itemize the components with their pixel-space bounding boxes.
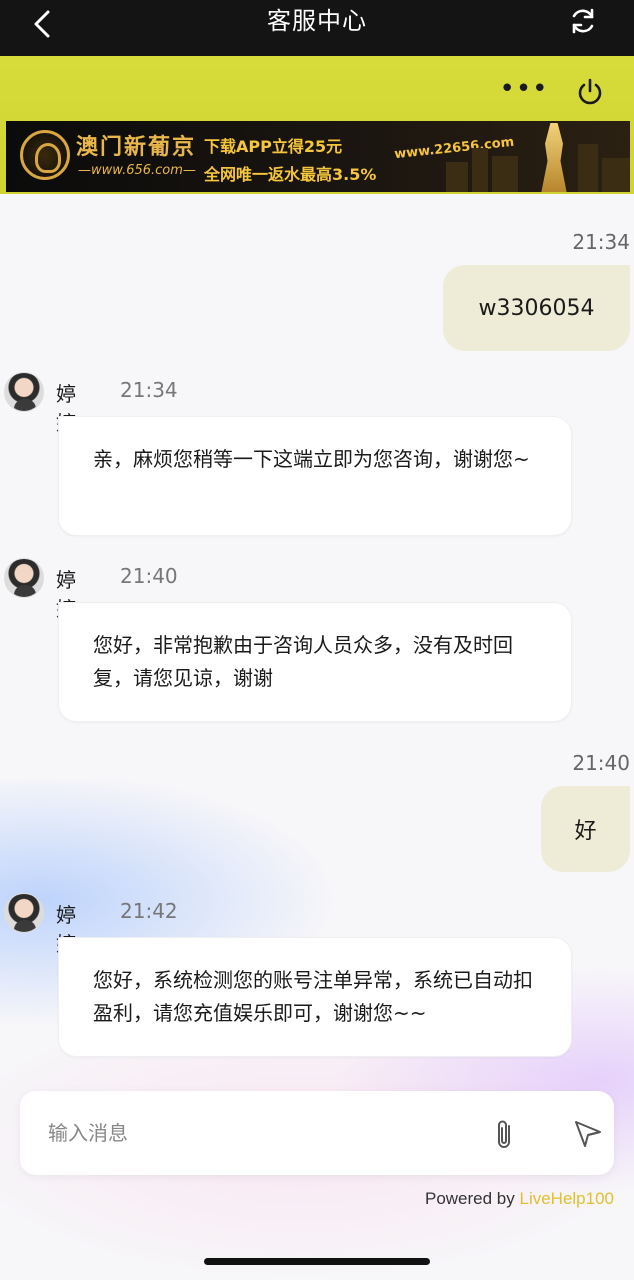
- powered-by-prefix: Powered by: [424, 1189, 520, 1208]
- banner-promo-line2: 全网唯一返水最高3.5%: [204, 165, 377, 184]
- refresh-button[interactable]: [566, 4, 600, 38]
- send-icon: [575, 1121, 601, 1147]
- message-text: 亲，麻烦您稍等一下这端立即为您咨询，谢谢您~: [93, 447, 530, 471]
- attach-button[interactable]: [486, 1115, 522, 1155]
- send-button[interactable]: [570, 1115, 606, 1151]
- agent-message-bubble: 您好，非常抱歉由于咨询人员众多，没有及时回复，请您见谅，谢谢: [58, 602, 572, 722]
- message-time: 21:40: [572, 751, 630, 775]
- ad-banner[interactable]: 澳门新葡京 —www.656.com— 下载APP立得25元 全网唯一返水最高3…: [6, 121, 630, 192]
- agent-avatar: [4, 372, 44, 412]
- message-text: 好: [574, 819, 597, 844]
- refresh-icon: [572, 8, 594, 34]
- power-icon: [578, 78, 602, 105]
- skyline-building: [602, 158, 630, 192]
- skyline-building: [492, 156, 518, 192]
- agent-message-bubble: 亲，麻烦您稍等一下这端立即为您咨询，谢谢您~: [58, 416, 572, 536]
- user-message-bubble: w3306054: [443, 265, 630, 351]
- message-text: 您好，非常抱歉由于咨询人员众多，没有及时回复，请您见谅，谢谢: [93, 633, 513, 690]
- casino-logo-icon: [20, 130, 70, 180]
- message-text: w3306054: [478, 295, 595, 321]
- agent-avatar: [4, 893, 44, 933]
- more-icon: •••: [499, 74, 549, 104]
- skyline-building: [446, 162, 468, 192]
- power-button[interactable]: [572, 74, 608, 110]
- home-indicator[interactable]: [204, 1258, 430, 1265]
- message-time: 21:42: [120, 899, 178, 923]
- more-options-button[interactable]: •••: [500, 74, 548, 104]
- message-time: 21:34: [120, 378, 178, 402]
- user-message-bubble: 好: [541, 786, 630, 872]
- message-text: 您好，系统检测您的账号注单异常，系统已自动扣盈利，请您充值娱乐即可，谢谢您~~: [93, 968, 533, 1025]
- casino-tower-image: [541, 123, 567, 192]
- banner-promo-line1: 下载APP立得25元: [204, 137, 343, 156]
- agent-avatar: [4, 558, 44, 598]
- powered-by-brand-link[interactable]: LiveHelp100: [519, 1189, 614, 1208]
- top-nav-bar: 客服中心: [0, 0, 634, 56]
- powered-by-footer: Powered by LiveHelp100: [425, 1189, 614, 1209]
- page-title: 客服中心: [267, 7, 367, 35]
- message-input[interactable]: [48, 1115, 468, 1151]
- banner-brand: 澳门新葡京: [76, 134, 197, 160]
- message-time: 21:40: [120, 564, 178, 588]
- banner-brand-url: —www.656.com—: [78, 163, 196, 178]
- message-composer: [20, 1091, 614, 1175]
- paperclip-icon: [498, 1120, 510, 1148]
- message-time: 21:34: [572, 230, 630, 254]
- skyline-building: [578, 144, 598, 192]
- agent-message-bubble: 您好，系统检测您的账号注单异常，系统已自动扣盈利，请您充值娱乐即可，谢谢您~~: [58, 937, 572, 1057]
- skyline-building: [472, 148, 488, 192]
